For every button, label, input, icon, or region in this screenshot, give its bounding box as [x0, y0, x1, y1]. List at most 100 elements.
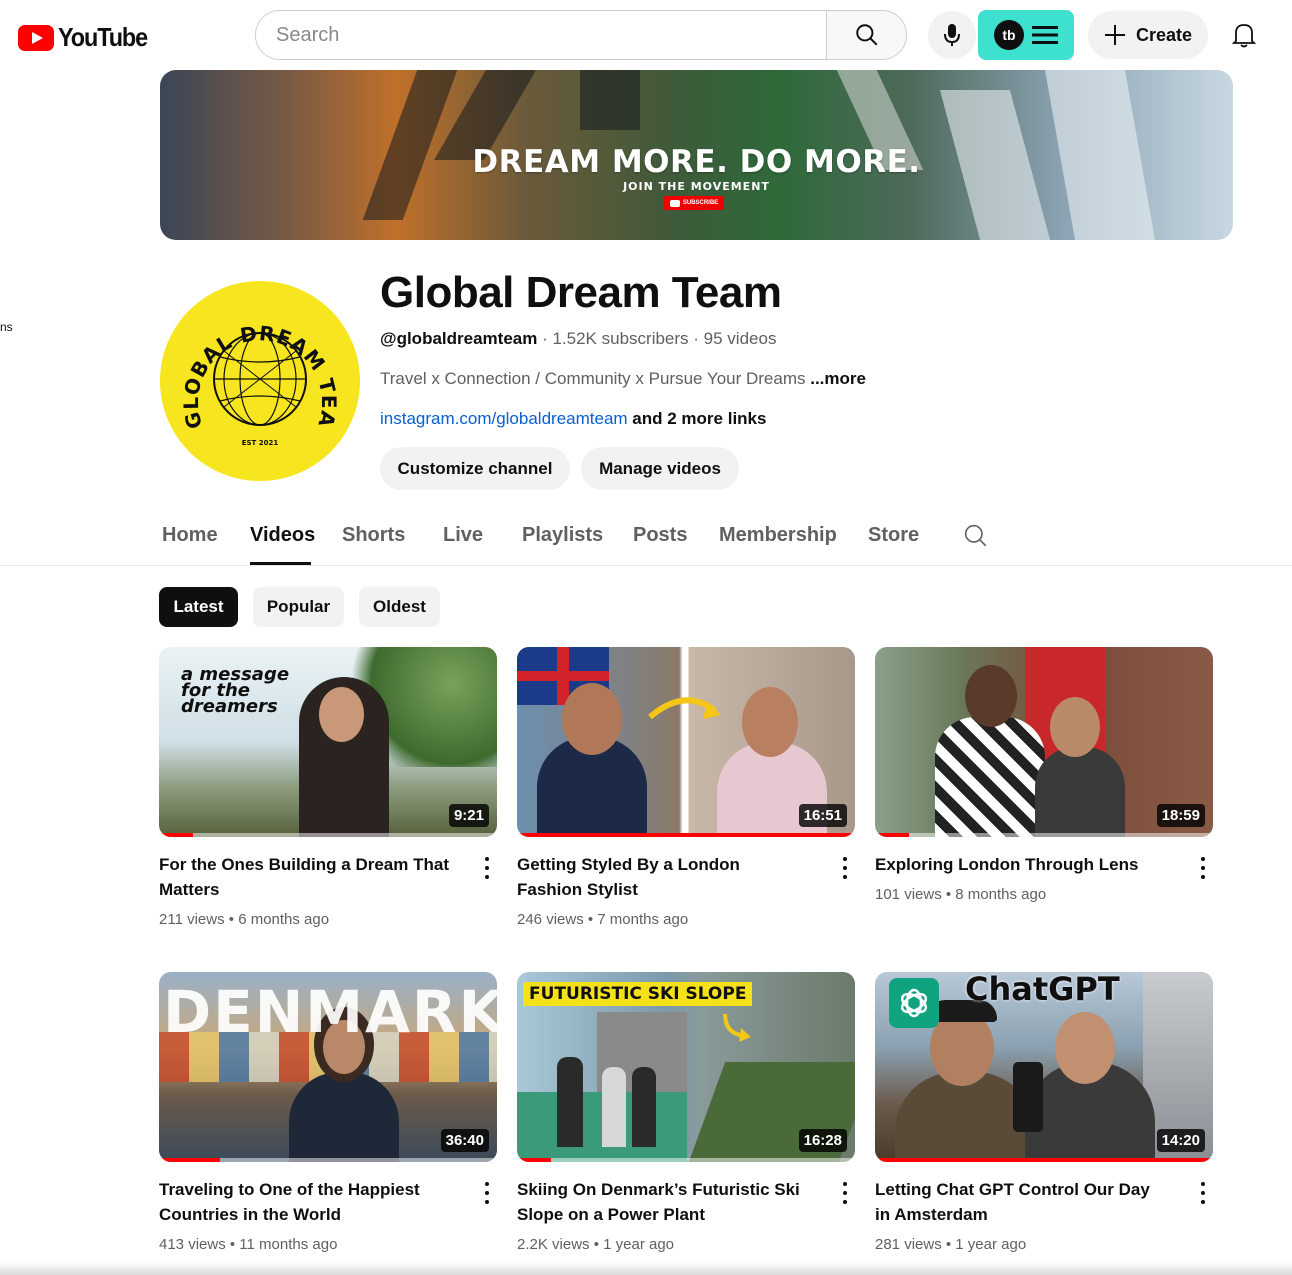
notifications-button[interactable] [1222, 14, 1266, 56]
channel-description[interactable]: Travel x Connection / Community x Pursue… [380, 369, 866, 389]
youtube-play-icon [669, 199, 680, 207]
tab-videos[interactable]: Videos [250, 524, 315, 547]
video-title[interactable]: For the Ones Building a Dream That Matte… [159, 852, 451, 902]
search-box [255, 10, 907, 60]
channel-handle: @globaldreamteam [380, 329, 538, 348]
tab-home[interactable]: Home [162, 524, 218, 547]
video-title[interactable]: Letting Chat GPT Control Our Day in Amst… [875, 1177, 1167, 1227]
logo-text: YouTube [58, 22, 148, 52]
video-meta: 281 views • 1 year ago [875, 1236, 1027, 1253]
channel-avatar[interactable]: GLOBAL DREAM TEAM EST 2021 [160, 281, 360, 481]
video-card[interactable]: a message for the dreamers 9:21 For the … [159, 647, 497, 928]
watch-progress [159, 1158, 220, 1162]
video-thumbnail[interactable]: ChatGPT 14:20 [875, 972, 1213, 1162]
description-more-link[interactable]: ...more [810, 369, 866, 388]
video-count: 95 videos [703, 329, 777, 348]
video-card[interactable]: ChatGPT 14:20 Letting Chat GPT Control O… [875, 972, 1213, 1253]
top-bar: YouTube tb Create [0, 0, 1292, 70]
youtube-play-icon [18, 24, 54, 51]
window-bottom-edge [0, 1262, 1292, 1275]
view-count: 413 views [159, 1236, 226, 1253]
watch-progress [517, 1158, 551, 1162]
tab-playlists[interactable]: Playlists [522, 524, 603, 547]
more-actions-icon[interactable] [1193, 1182, 1213, 1204]
video-meta: 211 views • 6 months ago [159, 911, 330, 928]
view-count: 281 views [875, 1236, 942, 1253]
chip-latest[interactable]: Latest [159, 587, 238, 627]
thumbnail-text: a message for the dreamers [181, 664, 290, 717]
youtube-logo[interactable]: YouTube [18, 22, 157, 53]
globe-logo-icon: GLOBAL DREAM TEAM EST 2021 [160, 281, 341, 447]
upload-age: 1 year ago [955, 1236, 1027, 1253]
video-title[interactable]: Skiing On Denmark’s Futuristic Ski Slope… [517, 1177, 809, 1227]
banner-subscribe-label: SUBSCRIBE [682, 200, 719, 206]
active-tab-indicator [250, 562, 311, 565]
banner-subtitle: JOIN THE MOVEMENT [623, 180, 770, 193]
create-button[interactable]: Create [1088, 11, 1208, 59]
svg-text:GLOBAL DREAM TEAM: GLOBAL DREAM TEAM [160, 281, 341, 431]
search-icon [964, 524, 987, 547]
instagram-link[interactable]: instagram.com/globaldreamteam [380, 409, 628, 428]
video-thumbnail[interactable]: FUTURISTIC SKI SLOPE 16:28 [517, 972, 855, 1162]
arrow-graphic [723, 1013, 751, 1042]
chip-popular[interactable]: Popular [253, 587, 344, 627]
video-title[interactable]: Getting Styled By a London Fashion Styli… [517, 852, 809, 902]
plus-icon [1104, 25, 1125, 45]
more-links-link[interactable]: and 2 more links [632, 409, 766, 428]
view-count: 211 views [159, 911, 225, 928]
video-title[interactable]: Traveling to One of the Happiest Countri… [159, 1177, 451, 1227]
video-title[interactable]: Exploring London Through Lens [875, 852, 1167, 877]
video-card[interactable]: 18:59 Exploring London Through Lens 101 … [875, 647, 1213, 903]
upload-age: 11 months ago [239, 1236, 338, 1253]
channel-search-button[interactable] [963, 523, 989, 554]
menu-icon [1032, 26, 1058, 44]
search-button[interactable] [826, 11, 906, 59]
video-thumbnail[interactable]: 18:59 [875, 647, 1213, 837]
video-card[interactable]: 16:51 Getting Styled By a London Fashion… [517, 647, 855, 928]
video-duration: 18:59 [1156, 804, 1205, 827]
thumbnail-text: DENMARK [163, 978, 497, 1046]
manage-videos-button[interactable]: Manage videos [581, 447, 739, 490]
search-icon [855, 24, 877, 46]
view-count: 101 views [875, 886, 942, 903]
channel-meta: @globaldreamteam · 1.52K subscribers · 9… [380, 329, 777, 348]
thumbnail-text: ChatGPT [965, 972, 1120, 1008]
search-input[interactable] [256, 11, 826, 59]
video-duration: 16:28 [798, 1129, 847, 1152]
watch-progress [159, 833, 193, 837]
progress-track [875, 833, 1213, 837]
tab-live[interactable]: Live [443, 524, 483, 547]
tab-posts[interactable]: Posts [633, 524, 687, 547]
voice-search-button[interactable] [928, 11, 976, 59]
view-count: 246 views [517, 911, 584, 928]
chip-oldest[interactable]: Oldest [359, 587, 440, 627]
bell-icon [1231, 24, 1257, 48]
tab-membership[interactable]: Membership [719, 524, 837, 547]
video-thumbnail[interactable]: DENMARK 36:40 [159, 972, 497, 1162]
channel-banner: DREAM MORE. DO MORE. JOIN THE MOVEMENT S… [160, 70, 1233, 240]
video-meta: 2.2K views • 1 year ago [517, 1236, 675, 1253]
tab-shorts[interactable]: Shorts [342, 524, 405, 547]
more-actions-icon[interactable] [835, 857, 855, 879]
watch-progress [517, 833, 855, 837]
more-actions-icon[interactable] [477, 1182, 497, 1204]
chatgpt-logo-icon [889, 978, 939, 1028]
video-thumbnail[interactable]: a message for the dreamers 9:21 [159, 647, 497, 837]
video-card[interactable]: DENMARK 36:40 Traveling to One of the Ha… [159, 972, 497, 1253]
video-card[interactable]: FUTURISTIC SKI SLOPE 16:28 Skiing On Den… [517, 972, 855, 1253]
upload-age: 6 months ago [238, 911, 330, 928]
upload-age: 1 year ago [603, 1236, 675, 1253]
customize-channel-button[interactable]: Customize channel [380, 447, 570, 490]
video-duration: 36:40 [440, 1129, 489, 1152]
tab-store[interactable]: Store [868, 524, 919, 547]
video-duration: 9:21 [448, 804, 489, 827]
video-thumbnail[interactable]: 16:51 [517, 647, 855, 837]
tubebuddy-button[interactable]: tb [978, 10, 1074, 60]
thumbnail-text: FUTURISTIC SKI SLOPE [523, 982, 753, 1006]
more-actions-icon[interactable] [477, 857, 497, 879]
upload-age: 8 months ago [955, 886, 1047, 903]
more-actions-icon[interactable] [835, 1182, 855, 1204]
progress-track [159, 833, 497, 837]
video-meta: 413 views • 11 months ago [159, 1236, 338, 1253]
more-actions-icon[interactable] [1193, 857, 1213, 879]
